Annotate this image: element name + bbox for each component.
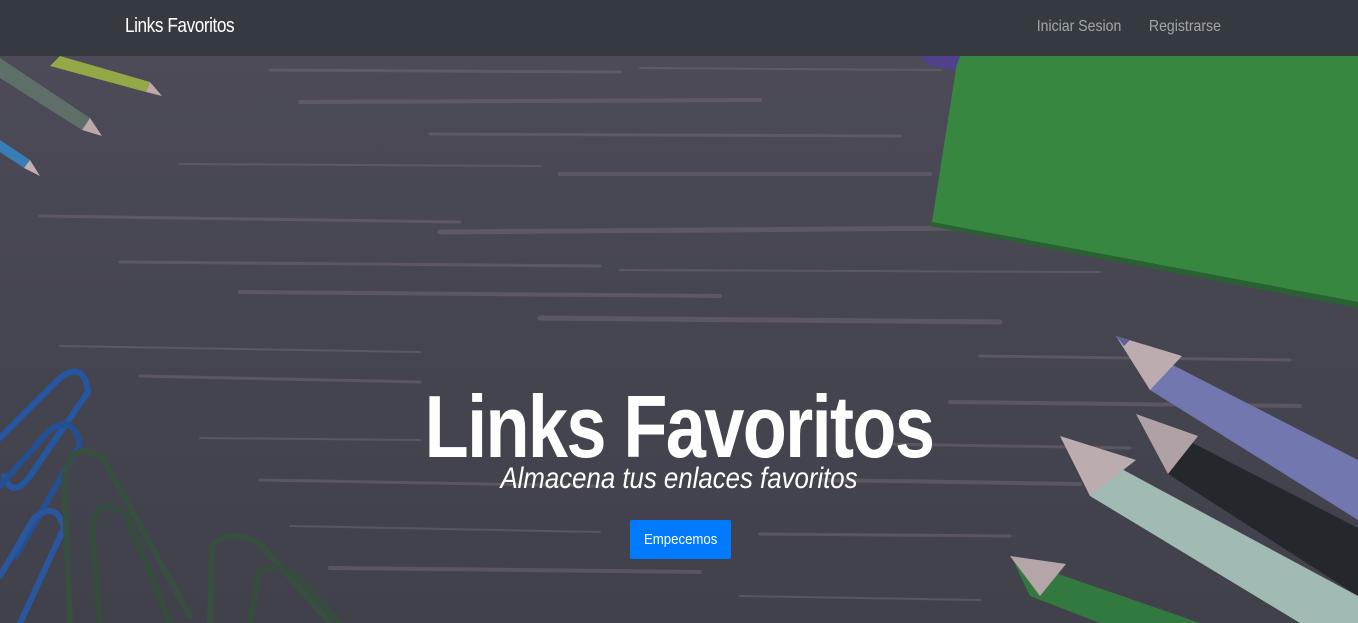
get-started-button[interactable]: Empecemos	[630, 520, 731, 559]
get-started-label: Empecemos	[643, 531, 718, 548]
hero-section: Links Favoritos Almacena tus enlaces fav…	[0, 56, 1358, 623]
navbar-brand[interactable]: Links Favoritos	[125, 15, 235, 38]
hero-title: Links Favoritos	[424, 376, 935, 476]
hero-subtitle: Almacena tus enlaces favoritos	[500, 462, 858, 495]
nav-link-register[interactable]: Registrarse	[1149, 18, 1221, 36]
navbar-links: Iniciar Sesion Registrarse	[1031, 18, 1226, 36]
navbar: Links Favoritos Iniciar Sesion Registrar…	[0, 0, 1358, 56]
nav-link-login[interactable]: Iniciar Sesion	[1037, 18, 1122, 36]
